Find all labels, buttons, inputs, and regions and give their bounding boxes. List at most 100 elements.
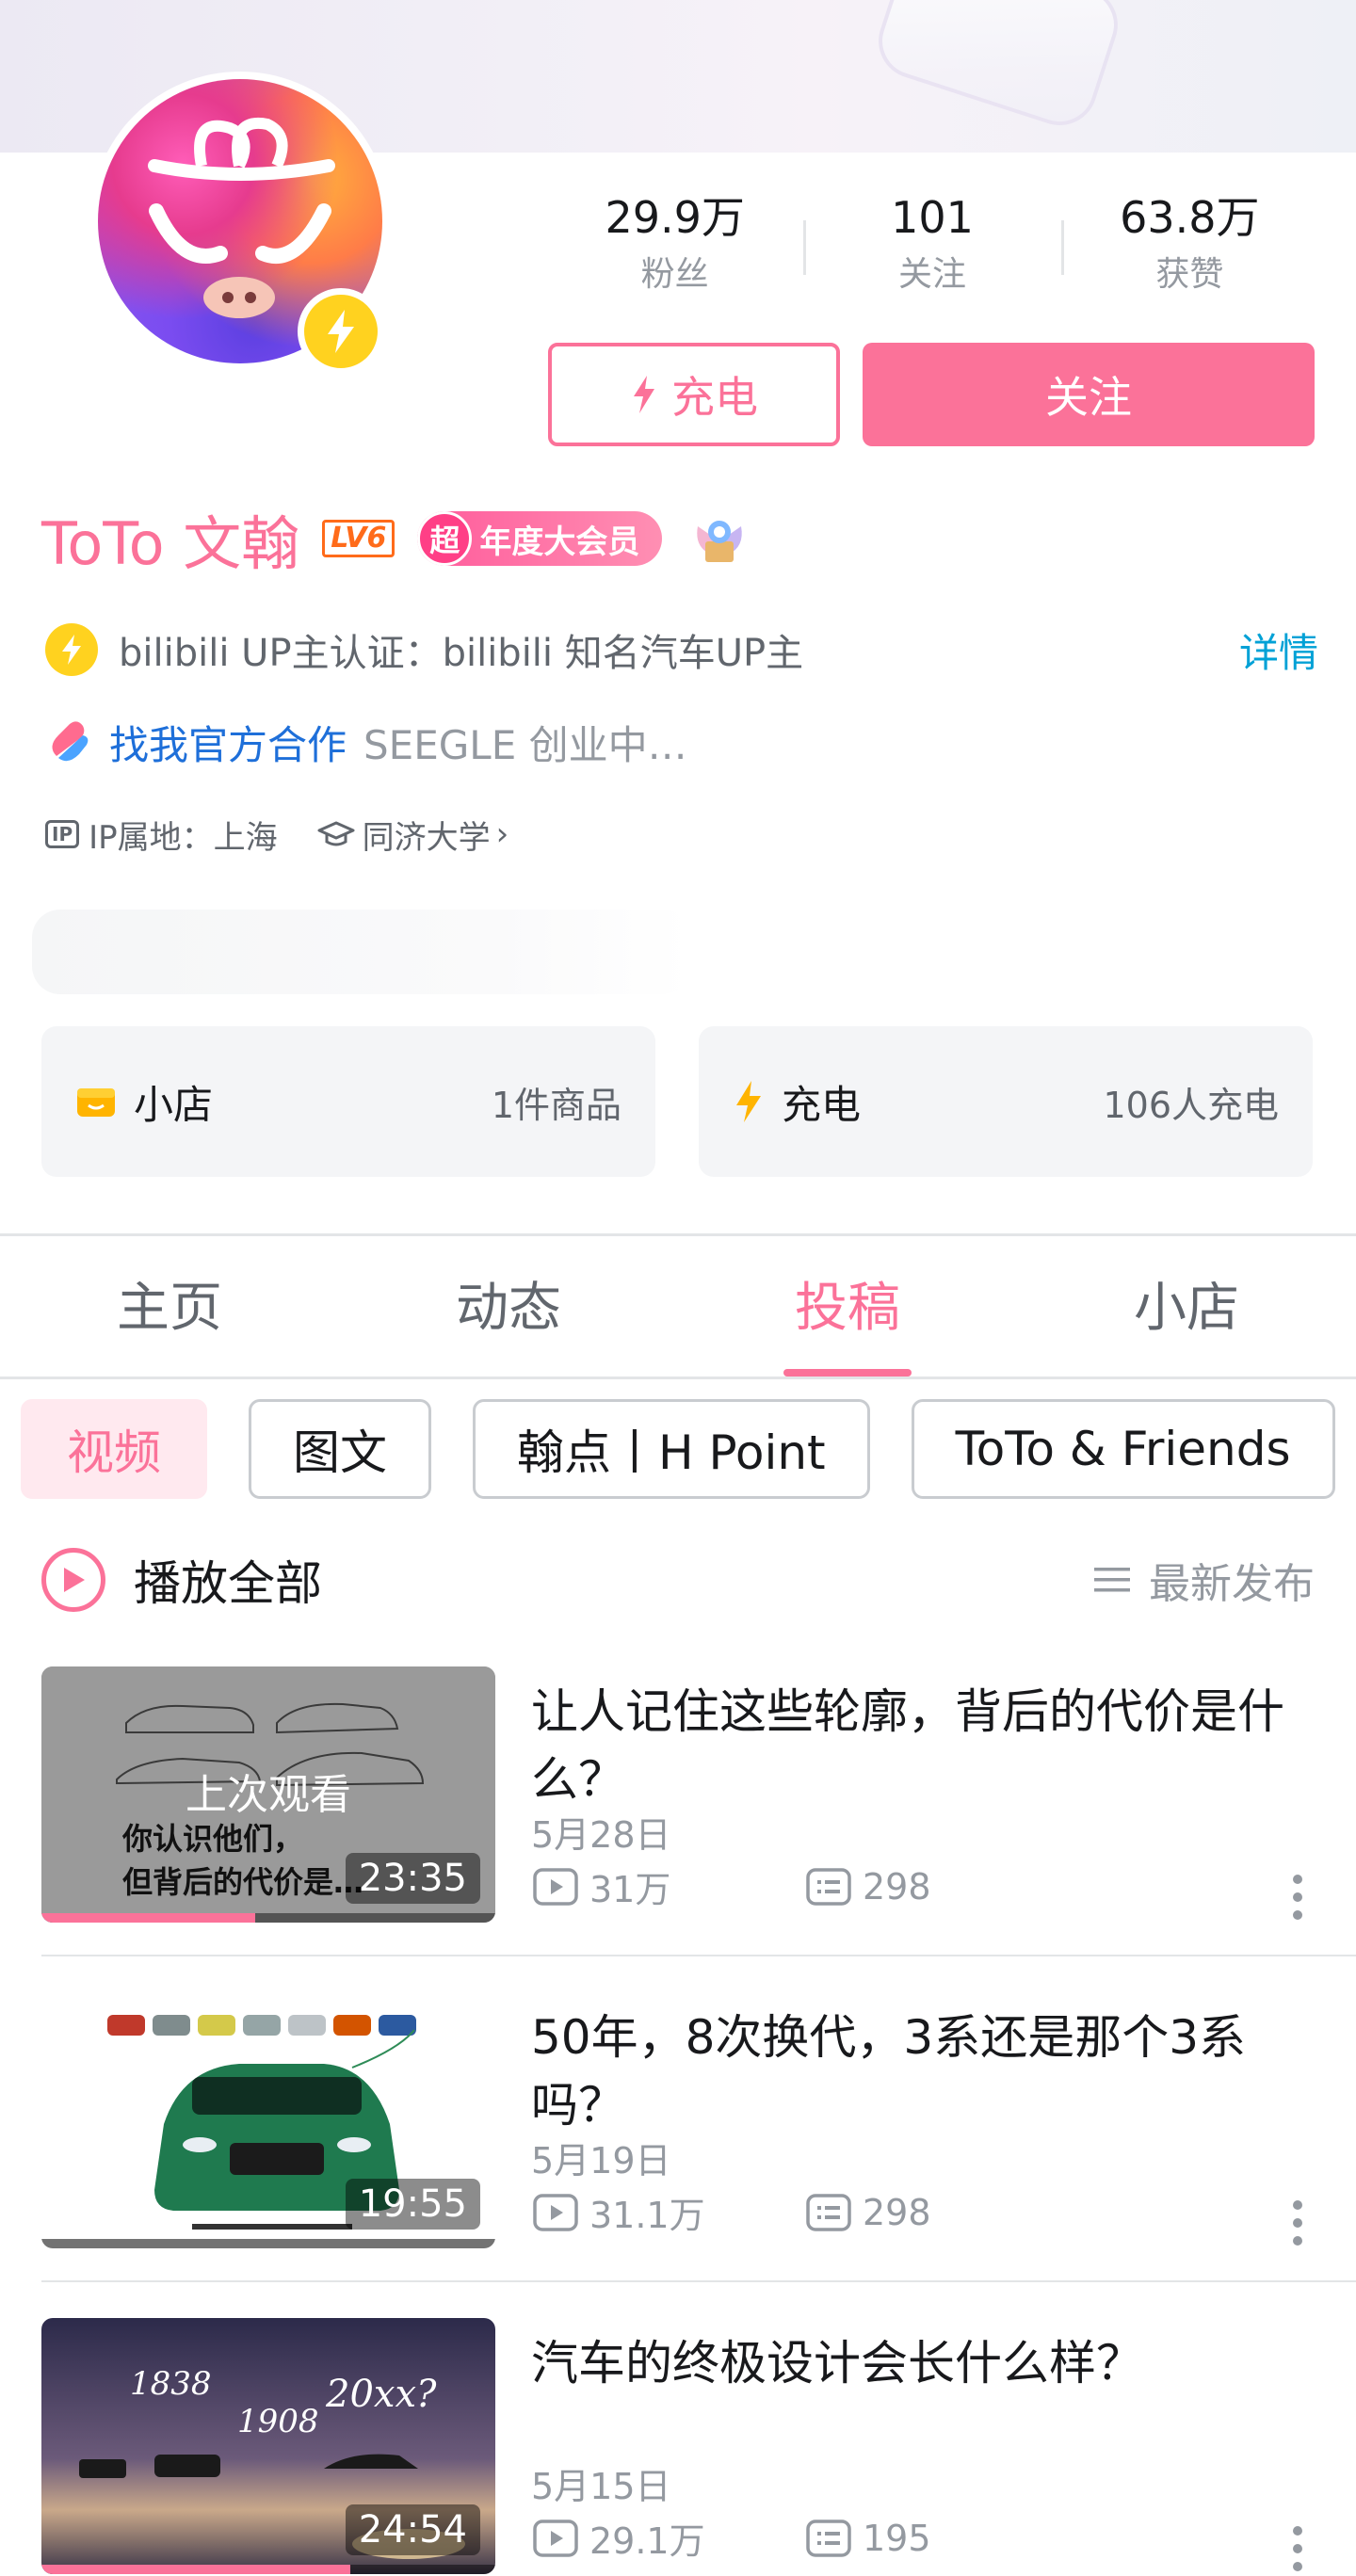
- lightning-icon: [736, 1081, 761, 1122]
- thumbnail-caption-line: 但背后的代价是…: [122, 1864, 364, 1900]
- thumbnail-year-label: 1908: [237, 2403, 319, 2440]
- meta-row: IP IP属地：上海 同济大学 ›: [45, 806, 508, 862]
- comment-count: 298: [806, 1866, 1079, 1908]
- charge-button[interactable]: 充电: [548, 343, 840, 446]
- view-count-value: 29.1万: [589, 2520, 705, 2562]
- tabs-divider: [0, 1377, 1356, 1379]
- charge-card-title: 充电: [782, 1081, 862, 1128]
- section-divider: [0, 1233, 1356, 1236]
- graduation-cap-icon: [317, 821, 355, 846]
- stat-value: 101: [891, 192, 974, 243]
- certification-row: bilibili UP主认证：bilibili 知名汽车UP主 详情: [45, 612, 1318, 687]
- video-thumbnail[interactable]: 19:55: [41, 1992, 495, 2248]
- medal-icon[interactable]: [690, 509, 749, 568]
- stat-label: 粉丝: [640, 255, 709, 294]
- more-options-icon[interactable]: [1292, 2525, 1303, 2572]
- ip-location: IP属地：上海: [89, 818, 278, 857]
- play-icon: [64, 1568, 85, 1592]
- shop-icon: [77, 1088, 115, 1117]
- sort-dropdown[interactable]: 最新发布: [1094, 1550, 1315, 1610]
- tab-home[interactable]: 主页: [0, 1239, 339, 1378]
- banner-decoration: [868, 0, 1128, 136]
- comment-count-value: 298: [863, 2191, 931, 2233]
- certification-details-link[interactable]: 详情: [1239, 621, 1318, 679]
- comment-icon: [806, 1867, 851, 1906]
- watch-progress-bar: [41, 2565, 350, 2574]
- view-count: 31.1万: [533, 2186, 806, 2238]
- video-duration: 24:54: [345, 2504, 480, 2555]
- lightning-icon: [45, 623, 98, 676]
- stat-likes[interactable]: 63.8万 获赞: [1060, 185, 1318, 307]
- play-all-label[interactable]: 播放全部: [134, 1546, 1094, 1614]
- video-item[interactable]: 19:55 50年，8次换代，3系还是那个3系吗？ 5月19日 31.1万 29…: [41, 1992, 1315, 2248]
- more-options-icon[interactable]: [1292, 2199, 1303, 2246]
- stat-following[interactable]: 101 关注: [803, 185, 1060, 307]
- video-date: 5月15日: [531, 2466, 671, 2507]
- play-all-row: 播放全部 最新发布: [41, 1544, 1315, 1616]
- tab-dynamic[interactable]: 动态: [339, 1239, 678, 1378]
- tab-shop[interactable]: 小店: [1017, 1239, 1356, 1378]
- video-title[interactable]: 让人记住这些轮廓，背后的代价是什么？: [531, 1678, 1303, 1813]
- blurred-signature: [32, 910, 691, 994]
- level-badge[interactable]: LV6: [322, 520, 396, 557]
- cooperation-icon: [52, 721, 89, 762]
- school-link[interactable]: 同济大学 ›: [317, 812, 509, 858]
- video-item[interactable]: 1838 1908 20xx? 24:54 汽车的终极设计会长什么样？ 5月15…: [41, 2318, 1315, 2574]
- video-date: 5月28日: [531, 1814, 671, 1856]
- comment-icon: [806, 2193, 851, 2231]
- chip-articles[interactable]: 图文: [249, 1399, 431, 1499]
- watch-progress-track: [41, 2239, 495, 2248]
- list-divider: [41, 1955, 1356, 1956]
- video-duration: 19:55: [345, 2179, 480, 2230]
- video-stats: 31.1万 298: [533, 2186, 1079, 2238]
- cooperation-row[interactable]: 找我官方合作 SEEGLE 创业中…: [45, 704, 687, 780]
- thumbnail-year-label: 1838: [130, 2365, 212, 2403]
- comment-icon: [806, 2519, 851, 2557]
- school-name: 同济大学: [362, 818, 491, 857]
- vip-label: 年度大会员: [479, 523, 640, 561]
- video-title[interactable]: 50年，8次换代，3系还是那个3系吗？: [531, 2004, 1303, 2139]
- video-date: 5月19日: [531, 2140, 671, 2182]
- chip-video[interactable]: 视频: [21, 1399, 207, 1499]
- vip-circle: 超: [417, 511, 473, 566]
- charge-card-count: 106人充电: [1103, 1084, 1279, 1126]
- play-count-icon: [533, 1867, 578, 1906]
- lightning-icon: [298, 288, 384, 375]
- more-options-icon[interactable]: [1292, 1874, 1303, 1921]
- stat-value: 63.8万: [1120, 192, 1260, 243]
- shop-card-count: 1件商品: [491, 1084, 622, 1126]
- chip-toto-friends[interactable]: ToTo & Friends: [911, 1399, 1335, 1499]
- charge-card[interactable]: 充电 106人充电: [699, 1026, 1313, 1177]
- lightning-icon: [634, 376, 654, 413]
- comment-count: 195: [806, 2518, 1079, 2559]
- shop-card[interactable]: 小店 1件商品: [41, 1026, 655, 1177]
- video-stats: 31万 298: [533, 1860, 1079, 1912]
- tab-uploads[interactable]: 投稿: [678, 1239, 1017, 1378]
- video-thumbnail[interactable]: 上次观看 你认识他们， 但背后的代价是… 23:35: [41, 1666, 495, 1923]
- cooperation-link[interactable]: 找我官方合作: [109, 714, 347, 771]
- content-filter-chips: 视频 图文 翰点丨H Point ToTo & Friends: [21, 1399, 1335, 1499]
- stat-fans[interactable]: 29.9万 粉丝: [546, 185, 803, 307]
- comment-count: 298: [806, 2192, 1079, 2233]
- video-title[interactable]: 汽车的终极设计会长什么样？: [531, 2329, 1303, 2397]
- sort-label: 最新发布: [1149, 1560, 1315, 1608]
- video-duration: 23:35: [345, 1853, 480, 1904]
- cooperation-description: SEEGLE 创业中…: [363, 721, 687, 768]
- play-all-button[interactable]: [41, 1548, 105, 1612]
- video-item[interactable]: 上次观看 你认识他们， 但背后的代价是… 23:35 让人记住这些轮廓，背后的代…: [41, 1666, 1315, 1923]
- follow-button-label: 关注: [1045, 372, 1132, 423]
- name-row: ToTo 文翰 LV6 超 年度大会员: [41, 499, 749, 578]
- ip-icon: IP: [45, 820, 80, 848]
- list-divider: [41, 2280, 1356, 2282]
- chip-h-point[interactable]: 翰点丨H Point: [473, 1399, 870, 1499]
- play-count-icon: [533, 2519, 578, 2557]
- shop-card-title: 小店: [134, 1081, 214, 1128]
- follow-button[interactable]: 关注: [863, 343, 1315, 446]
- video-thumbnail[interactable]: 1838 1908 20xx? 24:54: [41, 2318, 495, 2574]
- chevron-right-icon: ›: [495, 815, 509, 853]
- view-count-value: 31.1万: [589, 2195, 705, 2236]
- vip-badge[interactable]: 超 年度大会员: [417, 511, 663, 566]
- comment-count-value: 195: [863, 2517, 931, 2559]
- watch-progress-bar: [41, 1913, 255, 1923]
- play-count-icon: [533, 2193, 578, 2231]
